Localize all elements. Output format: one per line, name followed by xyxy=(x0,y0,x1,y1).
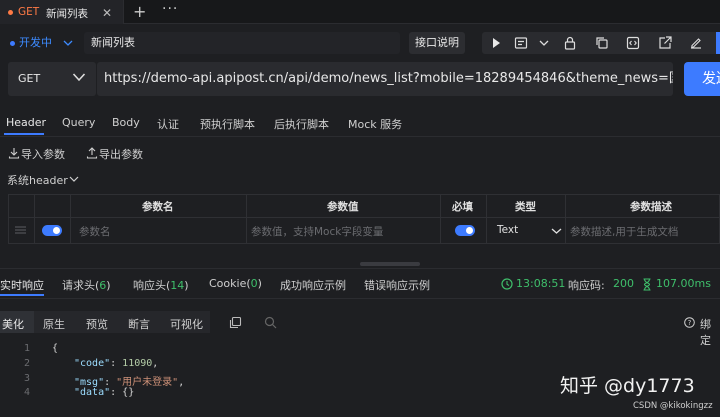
search-icon[interactable] xyxy=(264,316,277,329)
close-tab-icon[interactable]: ✕ xyxy=(102,6,112,20)
active-tab-indicator xyxy=(4,133,44,135)
watermark: 知乎 @dy1773 xyxy=(560,375,695,397)
divider xyxy=(0,268,720,269)
code-line: "code": 11090, xyxy=(74,358,159,369)
tab-cookie[interactable]: Cookie(0) xyxy=(209,277,262,290)
view-assertion[interactable]: 断言 xyxy=(128,316,150,332)
env-dot-icon xyxy=(10,41,15,46)
tab-error-example[interactable]: 错误响应示例 xyxy=(364,277,430,293)
col-required: 必填 xyxy=(452,201,473,213)
view-visualize[interactable]: 可视化 xyxy=(170,316,203,332)
api-doc-button[interactable]: 接口说明 xyxy=(409,32,465,54)
lock-icon[interactable] xyxy=(562,35,578,51)
credit-watermark: CSDN @kikokingzz xyxy=(633,401,713,411)
code-icon[interactable] xyxy=(625,35,641,51)
line-number: 2 xyxy=(23,358,30,369)
code-line: { xyxy=(52,343,59,354)
code-line: "data": {} xyxy=(74,387,135,398)
required-toggle[interactable] xyxy=(455,225,475,236)
param-name-input[interactable]: 参数名 xyxy=(79,224,111,239)
divider xyxy=(0,136,720,137)
import-label: 导入参数 xyxy=(21,148,65,161)
copy-icon[interactable] xyxy=(594,35,610,51)
tab-success-example[interactable]: 成功响应示例 xyxy=(280,277,346,293)
request-toolbar xyxy=(482,32,720,54)
param-desc-input[interactable]: 参数描述,用于生成文档 xyxy=(570,224,678,239)
tab-pre-script[interactable]: 预执行脚本 xyxy=(200,116,255,132)
drag-handle-icon[interactable] xyxy=(14,225,27,235)
export-label: 导出参数 xyxy=(99,148,143,161)
environment-select[interactable]: 开发中 xyxy=(8,33,78,53)
request-name-field[interactable]: 新闻列表 xyxy=(84,32,400,54)
line-number: 1 xyxy=(23,343,30,354)
tab-response-headers[interactable]: 响应头(14) xyxy=(133,277,189,293)
edit-icon[interactable] xyxy=(688,35,704,51)
copy-icon[interactable] xyxy=(229,316,242,329)
tab-post-script[interactable]: 后执行脚本 xyxy=(274,116,329,132)
tab-title: 新闻列表 xyxy=(46,8,88,20)
row-enabled-toggle[interactable] xyxy=(42,225,62,236)
col-param-value: 参数值 xyxy=(327,201,359,213)
clock-icon xyxy=(501,278,513,290)
help-icon: ? xyxy=(684,317,695,328)
view-preview[interactable]: 预览 xyxy=(86,316,108,332)
unsaved-dot-icon xyxy=(8,10,13,15)
response-time: 13:08:51 xyxy=(516,277,566,290)
export-icon xyxy=(86,147,98,159)
run-icon[interactable] xyxy=(488,35,504,51)
status-label: 响应码: xyxy=(568,279,605,292)
share-icon[interactable] xyxy=(657,35,673,51)
chevron-down-icon xyxy=(63,40,73,46)
col-param-name: 参数名 xyxy=(142,201,174,213)
tab-auth[interactable]: 认证 xyxy=(157,116,179,132)
status-code: 200 xyxy=(613,277,634,290)
hourglass-icon xyxy=(643,278,651,291)
tab-query[interactable]: Query xyxy=(62,116,95,129)
response-duration: 107.00ms xyxy=(656,277,711,290)
tab-header[interactable]: Header xyxy=(6,116,46,129)
chevron-down-icon xyxy=(69,176,79,182)
code-line: "msg": "用户未登录", xyxy=(74,377,185,388)
params-table: 参数名 参数值 必填 类型 参数描述 参数名 参数值，支持Mock字段变量 Te… xyxy=(8,194,720,244)
chevron-down-icon xyxy=(551,228,562,234)
col-description: 参数描述 xyxy=(630,201,672,213)
col-type: 类型 xyxy=(515,201,536,213)
param-value-input[interactable]: 参数值，支持Mock字段变量 xyxy=(251,224,383,239)
import-icon xyxy=(8,148,20,159)
view-raw[interactable]: 原生 xyxy=(43,316,65,332)
tab-realtime-response[interactable]: 实时响应 xyxy=(0,277,44,293)
active-tab-indicator xyxy=(0,294,44,296)
system-header-label: 系统header xyxy=(7,174,68,187)
toolbar-edge xyxy=(716,32,720,54)
view-pretty[interactable]: 美化 xyxy=(2,316,24,332)
param-type-select[interactable]: Text xyxy=(497,224,518,236)
environment-label: 开发中 xyxy=(19,36,52,49)
system-header-toggle[interactable]: 系统header xyxy=(7,172,79,188)
url-input[interactable]: https://demo-api.apipost.cn/api/demo/new… xyxy=(97,62,673,96)
chevron-down-icon xyxy=(72,73,86,82)
method-label: GET xyxy=(18,72,41,85)
divider xyxy=(0,298,720,299)
resize-handle[interactable] xyxy=(360,262,420,266)
line-number: 4 xyxy=(23,387,30,398)
tab-method: GET xyxy=(18,6,40,18)
doc-icon[interactable] xyxy=(513,35,529,51)
tab-body[interactable]: Body xyxy=(112,116,140,129)
line-number: 3 xyxy=(23,373,30,384)
tab-mock[interactable]: Mock 服务 xyxy=(348,116,402,132)
more-tabs-button[interactable]: ··· xyxy=(162,1,178,17)
send-button[interactable]: 发送 xyxy=(684,62,720,96)
chevron-down-icon[interactable] xyxy=(536,35,552,51)
tab-request-headers[interactable]: 请求头(6) xyxy=(62,277,111,293)
svg-text:?: ? xyxy=(688,319,692,327)
add-tab-button[interactable]: + xyxy=(133,2,146,21)
